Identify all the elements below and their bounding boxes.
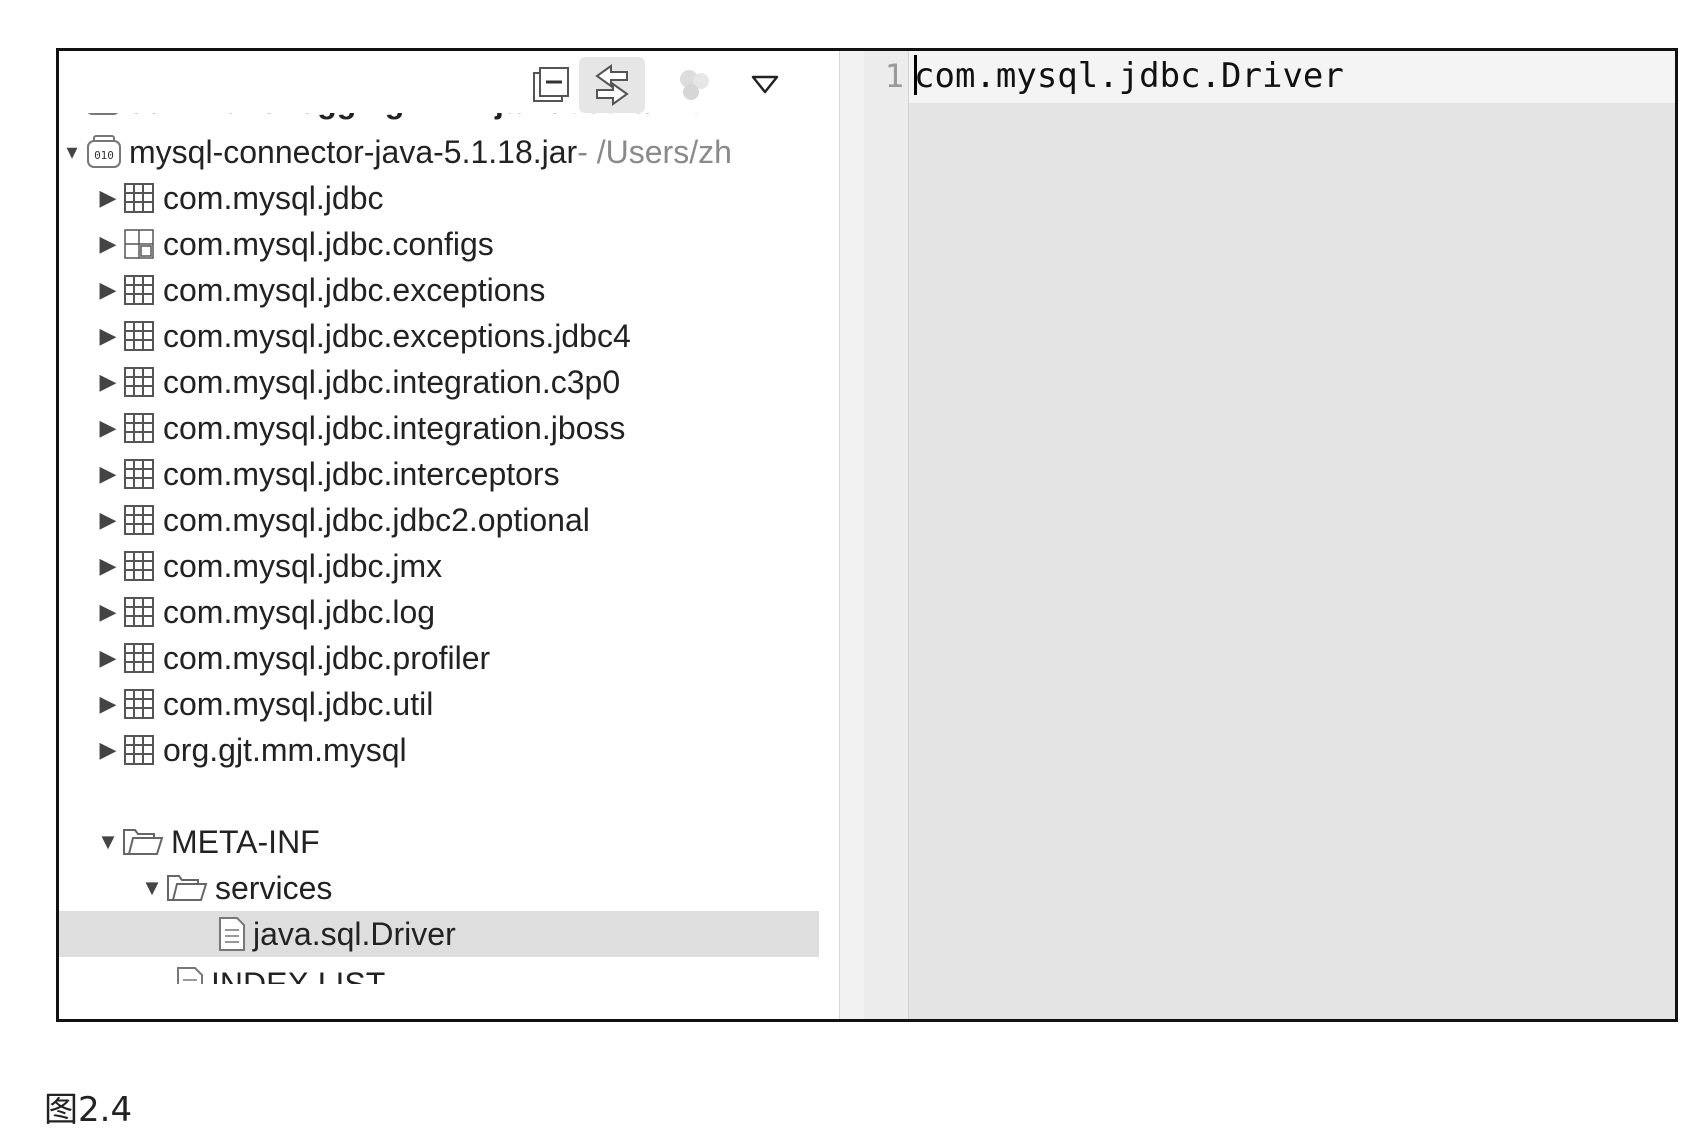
- tree-row-package[interactable]: ▶ com.mysql.jdbc.jmx: [59, 543, 839, 589]
- expand-arrow-icon[interactable]: ▶: [95, 185, 121, 211]
- expand-arrow-icon[interactable]: ▶: [95, 553, 121, 579]
- tree-row-package[interactable]: ▶ com.mysql.jdbc.util: [59, 681, 839, 727]
- tree-label: com.mysql.jdbc.log: [163, 593, 436, 630]
- package-icon: [121, 456, 157, 492]
- figure-caption: 图2.4: [44, 1090, 133, 1130]
- tree-label: com.mysql.jdbc.util: [163, 685, 434, 722]
- package-icon: [121, 640, 157, 676]
- line-number-gutter: 1: [864, 51, 909, 1019]
- filter-icon[interactable]: [669, 57, 721, 113]
- tree-row-package[interactable]: ▶ com.mysql.jdbc.integration.jboss: [59, 405, 839, 451]
- jar-icon: 010: [85, 134, 123, 170]
- expand-arrow-icon[interactable]: ▶: [95, 691, 121, 717]
- package-icon: [121, 594, 157, 630]
- text-file-icon: [217, 916, 247, 952]
- tree-label: com.mysql.jdbc.integration.jboss: [163, 409, 626, 446]
- tree-label: com.mysql.jdbc.configs: [163, 225, 494, 262]
- line-number: 1: [884, 57, 904, 95]
- ide-window: ▸ commons-logging-1.1.1.jar - /Users/zhu…: [56, 48, 1678, 1022]
- tree-label: mysql-connector-java-5.1.18.jar: [129, 133, 578, 170]
- tree-path: - /Users/zh: [577, 133, 732, 170]
- expand-arrow-icon[interactable]: ▶: [95, 599, 121, 625]
- expand-arrow-icon[interactable]: ▶: [95, 461, 121, 487]
- expand-arrow-icon[interactable]: ▶: [95, 231, 121, 257]
- package-icon: [121, 502, 157, 538]
- tree-label: java.sql.Driver: [253, 915, 456, 952]
- package-icon: [121, 226, 157, 262]
- link-with-editor-icon[interactable]: [579, 57, 645, 113]
- package-icon: [121, 410, 157, 446]
- tree-row-package[interactable]: ▶ com.mysql.jdbc.interceptors: [59, 451, 839, 497]
- expand-arrow-icon[interactable]: ▶: [95, 645, 121, 671]
- tree-row-package[interactable]: ▶ com.mysql.jdbc.exceptions.jdbc4: [59, 313, 839, 359]
- tree-row-package[interactable]: ▶ com.mysql.jdbc.integration.c3p0: [59, 359, 839, 405]
- explorer-toolbar: [59, 51, 839, 113]
- tree-row-package[interactable]: ▶ com.mysql.jdbc.log: [59, 589, 839, 635]
- tree-row-package[interactable]: ▶ com.mysql.jdbc.jdbc2.optional: [59, 497, 839, 543]
- tree-row-package[interactable]: ▶ com.mysql.jdbc: [59, 175, 839, 221]
- code-text: com.mysql.jdbc.Driver: [914, 56, 1344, 96]
- open-folder-icon: [121, 826, 165, 858]
- expand-arrow-icon[interactable]: ▶: [95, 323, 121, 349]
- expand-arrow-icon[interactable]: ▶: [95, 507, 121, 533]
- tree-row-services[interactable]: ▼ services: [59, 865, 839, 911]
- tree-row-package[interactable]: ▶ org.gjt.mm.mysql: [59, 727, 839, 773]
- tree-label: com.mysql.jdbc.profiler: [163, 639, 491, 676]
- tree-row-meta-inf[interactable]: ▼ META-INF: [59, 819, 839, 865]
- tree-row-index-list[interactable]: INDEX.LIST: [59, 961, 839, 1002]
- package-icon: [121, 686, 157, 722]
- tree-label: com.mysql.jdbc.integration.c3p0: [163, 363, 621, 400]
- package-icon: [121, 318, 157, 354]
- package-icon: [121, 732, 157, 768]
- view-menu-icon[interactable]: [739, 57, 791, 113]
- tree-label: com.mysql.jdbc.exceptions: [163, 271, 546, 308]
- collapse-all-icon[interactable]: [525, 57, 577, 113]
- tree-label: com.mysql.jdbc.interceptors: [163, 455, 560, 492]
- svg-text:010: 010: [94, 149, 114, 162]
- tree-row-mysql-connector-jar[interactable]: ▾ 010 mysql-connector-java-5.1.18.jar - …: [59, 129, 839, 175]
- tree-label: com.mysql.jdbc.jdbc2.optional: [163, 501, 590, 538]
- text-editor[interactable]: 1 com.mysql.jdbc.Driver: [864, 51, 1675, 1019]
- tree-label: services: [215, 869, 333, 906]
- expand-arrow-icon[interactable]: ▶: [95, 369, 121, 395]
- tree-label: org.gjt.mm.mysql: [163, 731, 407, 768]
- tree-row-package[interactable]: ▶ com.mysql.jdbc.profiler: [59, 635, 839, 681]
- package-icon: [121, 180, 157, 216]
- tree-row-java-sql-driver[interactable]: java.sql.Driver: [59, 911, 819, 957]
- tree-row-package[interactable]: ▶ com.mysql.jdbc.configs: [59, 221, 839, 267]
- tree-row-package[interactable]: ▶ com.mysql.jdbc.exceptions: [59, 267, 839, 313]
- tree-label: INDEX.LIST: [211, 965, 386, 1002]
- expanded-arrow-icon[interactable]: ▾: [59, 139, 85, 165]
- project-tree: ▸ commons-logging-1.1.1.jar - /Users/zhu…: [59, 93, 839, 1019]
- package-icon: [121, 548, 157, 584]
- expand-arrow-icon[interactable]: ▶: [95, 737, 121, 763]
- tree-label: META-INF: [171, 823, 320, 860]
- open-folder-icon: [165, 872, 209, 904]
- package-explorer: ▸ commons-logging-1.1.1.jar - /Users/zhu…: [59, 51, 839, 1019]
- package-icon: [121, 272, 157, 308]
- text-file-icon: [175, 966, 205, 984]
- tree-label: com.mysql.jdbc.exceptions.jdbc4: [163, 317, 631, 354]
- package-icon: [121, 364, 157, 400]
- tree-label: com.mysql.jdbc: [163, 179, 384, 216]
- expanded-arrow-icon[interactable]: ▼: [139, 875, 165, 901]
- expand-arrow-icon[interactable]: ▶: [95, 277, 121, 303]
- code-line[interactable]: com.mysql.jdbc.Driver: [914, 55, 1344, 96]
- expand-arrow-icon[interactable]: ▶: [95, 415, 121, 441]
- tree-label: com.mysql.jdbc.jmx: [163, 547, 443, 584]
- expanded-arrow-icon[interactable]: ▼: [95, 829, 121, 855]
- panel-splitter[interactable]: [839, 51, 865, 1019]
